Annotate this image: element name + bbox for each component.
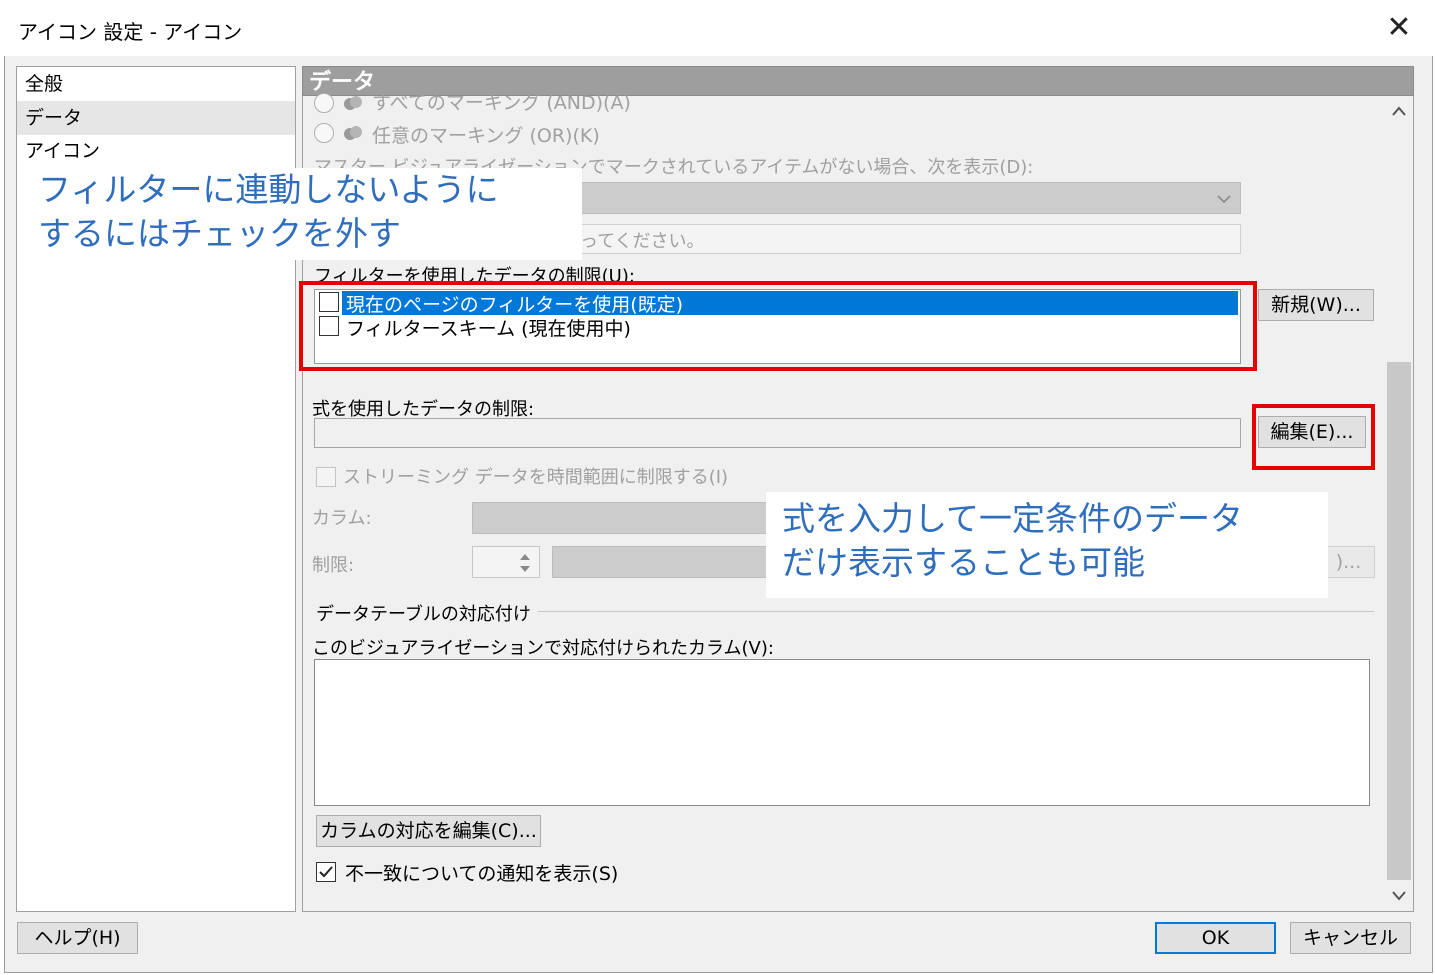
radio-and-label: すべてのマーキング (AND)(A) — [372, 92, 631, 114]
limit-label: 制限: — [312, 555, 355, 576]
window-title: アイコン 設定 - アイコン — [18, 20, 243, 44]
ok-button[interactable]: OK — [1155, 922, 1276, 954]
scroll-up-icon[interactable] — [1385, 98, 1413, 126]
expression-field[interactable] — [314, 418, 1241, 448]
notify-mismatch-checkbox[interactable] — [316, 862, 336, 882]
scroll-down-icon[interactable] — [1385, 883, 1413, 911]
edit-column-mapping-button[interactable]: カラムの対応を編集(C)... — [316, 815, 541, 847]
marking-and-icon — [344, 96, 362, 110]
callout-expression-note: 式を入力して一定条件のデータ だけ表示することも可能 — [766, 492, 1328, 598]
limit-unit-dropdown[interactable] — [552, 546, 772, 578]
nav-item-icon[interactable]: アイコン — [17, 134, 295, 168]
mapped-columns-listbox[interactable] — [314, 659, 1370, 806]
chevron-down-icon — [1217, 195, 1231, 204]
mapped-columns-label: このビジュアライゼーションで対応付けられたカラム(V): — [312, 638, 774, 659]
streaming-checkbox[interactable] — [316, 467, 336, 487]
marking-or-icon — [344, 126, 362, 140]
column-dropdown[interactable] — [472, 502, 772, 534]
edit-expression-highlight-box — [1252, 404, 1375, 470]
checkmark-icon — [319, 866, 333, 878]
callout-expression-line2: だけ表示することも可能 — [782, 543, 1145, 582]
callout-filter-line1: フィルターに連動しないように — [38, 170, 499, 209]
cancel-button[interactable]: キャンセル — [1290, 922, 1411, 954]
callout-filter-line2: するにはチェックを外す — [38, 214, 401, 253]
help-button[interactable]: ヘルプ(H) — [17, 922, 138, 954]
hint-text: ってください。 — [580, 231, 705, 252]
new-filter-button[interactable]: 新規(W)... — [1258, 289, 1374, 321]
datatable-group-title: データテーブルの対応付け — [316, 604, 531, 625]
column-label: カラム: — [312, 508, 372, 529]
nav-item-general[interactable]: 全般 — [17, 67, 295, 101]
group-divider — [538, 611, 1374, 612]
callout-expression-line1: 式を入力して一定条件のデータ — [782, 499, 1244, 538]
spinner-arrows-icon[interactable] — [516, 550, 534, 576]
radio-and[interactable] — [314, 93, 334, 113]
empty-marking-dropdown[interactable] — [472, 182, 1241, 214]
scrollbar-thumb[interactable] — [1387, 362, 1411, 880]
notify-mismatch-label: 不一致についての通知を表示(S) — [345, 863, 619, 885]
callout-filter-note: フィルターに連動しないように するにはチェックを外す — [32, 168, 582, 260]
radio-or-label: 任意のマーキング (OR)(K) — [372, 125, 600, 147]
streaming-label: ストリーミング データを時間範囲に制限する(I) — [343, 467, 729, 488]
close-button[interactable]: ✕ — [1380, 8, 1418, 48]
close-icon: ✕ — [1386, 10, 1412, 45]
nav-item-data[interactable]: データ — [17, 101, 295, 135]
streaming-settings-button[interactable]: )... — [1322, 546, 1375, 578]
section-title: データ — [309, 70, 376, 95]
filter-highlight-box — [299, 281, 1257, 371]
radio-or[interactable] — [314, 123, 334, 143]
